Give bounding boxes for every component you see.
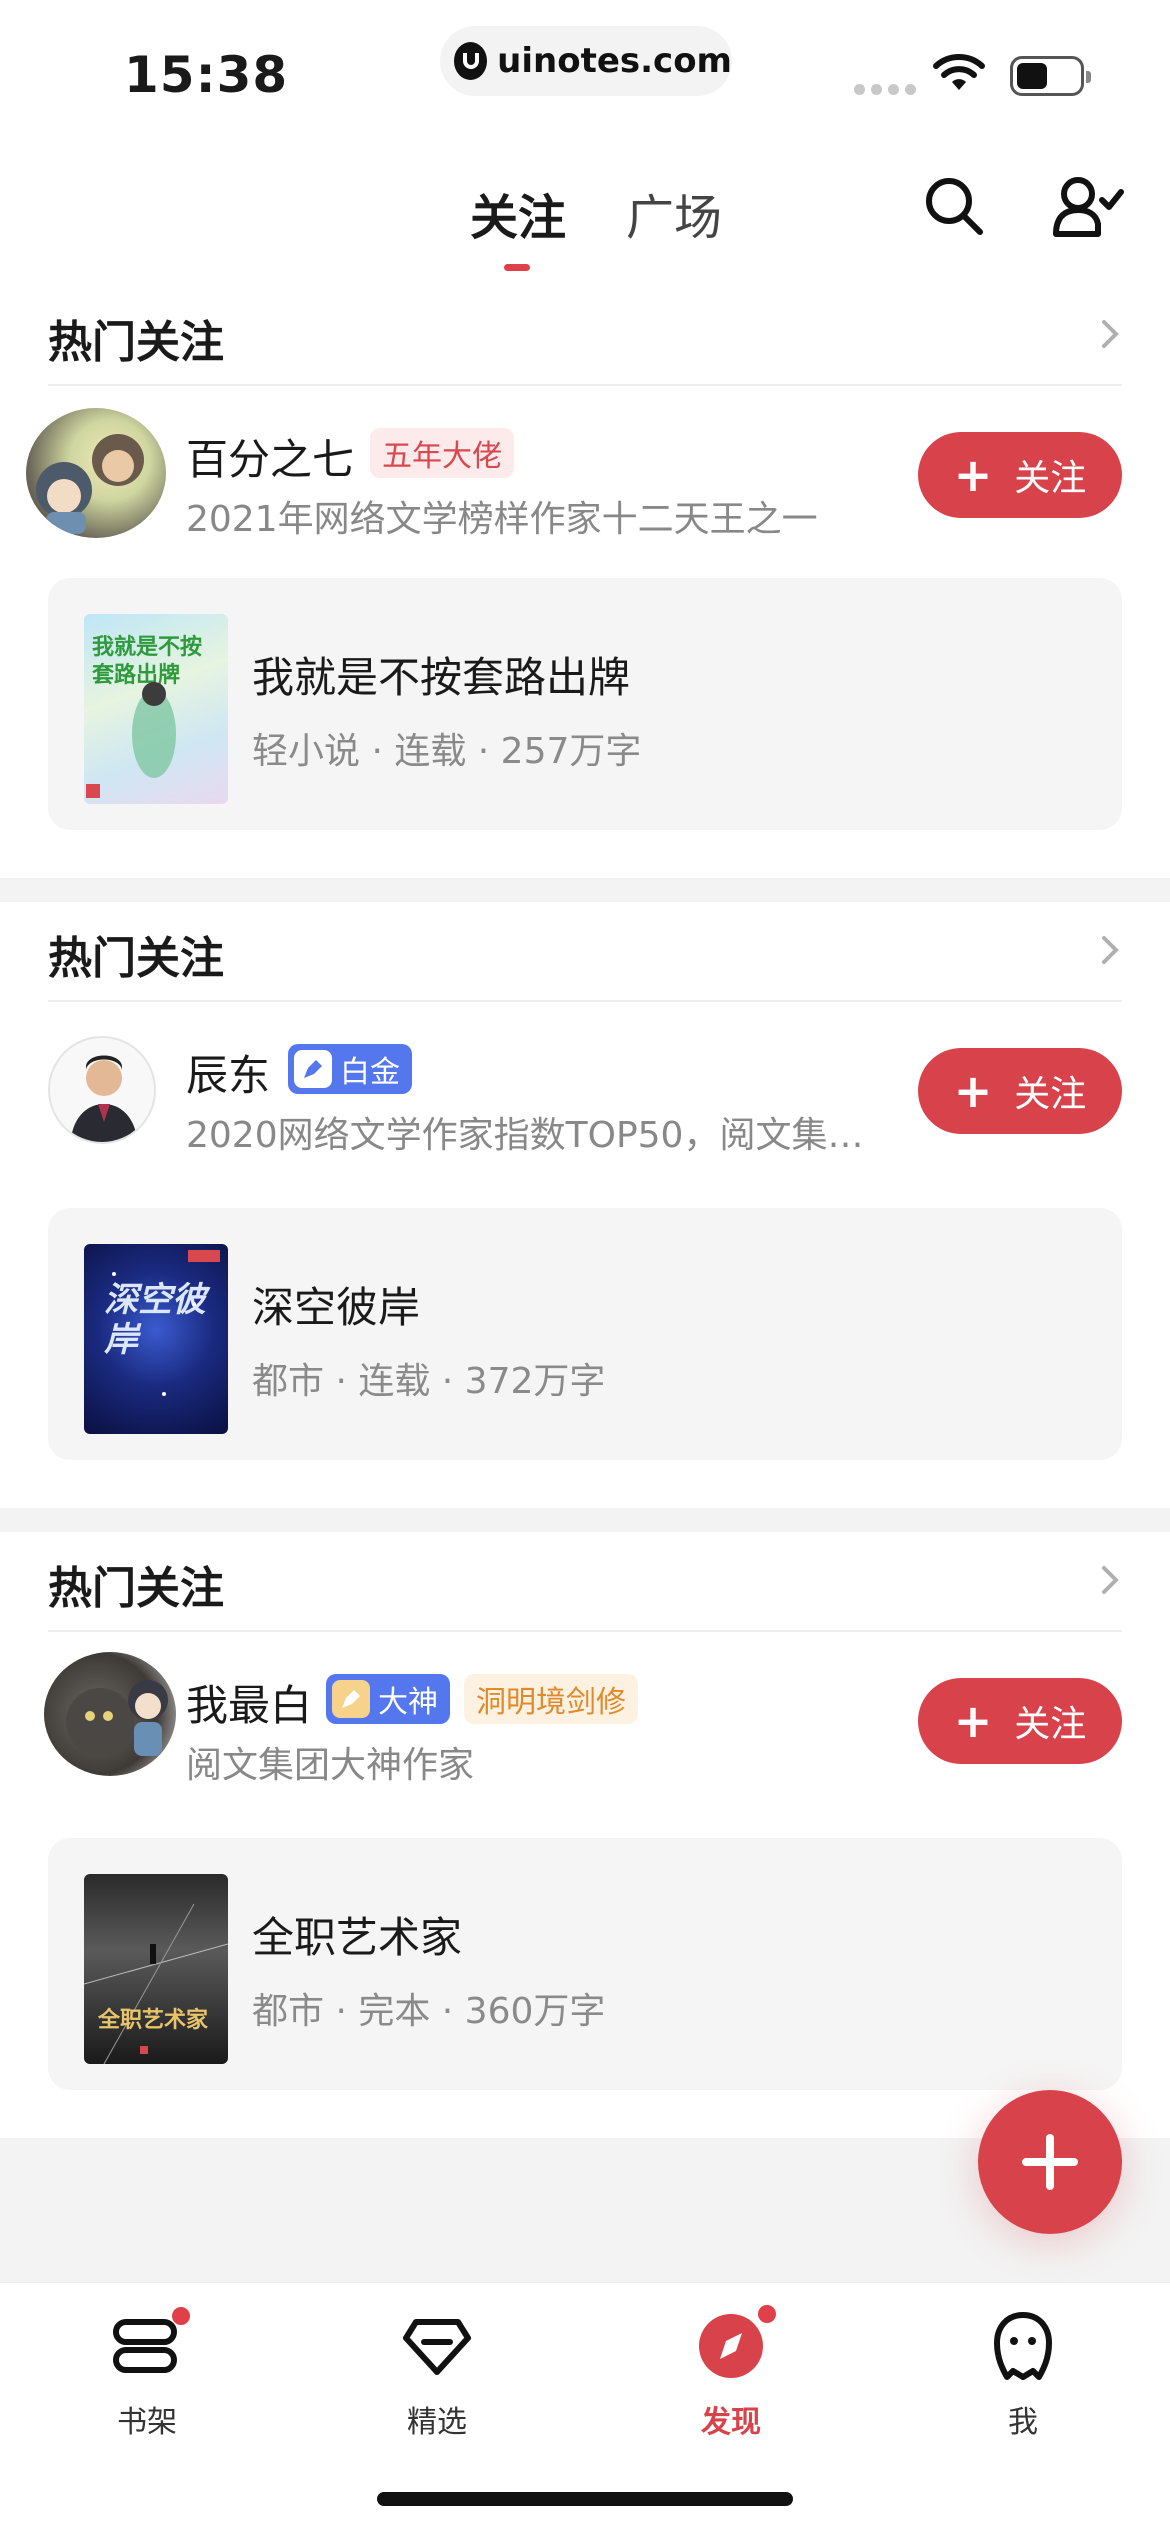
cover-art-icon [86,682,176,798]
hot-follow-section: 热门关注 辰东 白金 2020网络文学作家指数TOP50，阅文集… + 关注 深… [0,902,1170,1508]
chevron-right-icon [1102,320,1119,348]
book-meta: 都市 · 完本 · 360万字 [252,1991,606,2032]
section-title: 热门关注 [48,317,224,368]
tab-label: 精选 [407,2405,467,2440]
notification-dot [758,2305,776,2323]
pen-icon [294,1050,332,1088]
plus-icon [1022,2134,1078,2190]
author-badge-master: 大神 [326,1674,450,1724]
tab-bookshelf[interactable]: 书架 [72,2301,222,2441]
following-users-icon[interactable] [1052,174,1124,238]
top-header: 关注 广场 [0,150,1170,280]
cover-art-icon [84,1903,228,2064]
author-name: 辰东 [186,1051,271,1100]
tab-follow[interactable]: 关注 [470,178,566,248]
book-meta: 都市 · 连载 · 372万字 [252,1361,606,1402]
book-cover: 全职艺术家 [84,1874,228,2064]
cellular-signal-icon [854,84,916,95]
create-fab-button[interactable] [978,2090,1122,2234]
author-badge-platinum: 白金 [288,1044,412,1094]
section-title: 热门关注 [48,933,224,984]
site-logo-icon [454,42,488,80]
search-icon[interactable] [922,174,986,238]
status-time: 15:38 [124,46,289,104]
section-title: 热门关注 [48,1563,224,1614]
active-tab-indicator [504,264,530,271]
diamond-icon [403,2319,471,2375]
tab-discover[interactable]: 发现 [656,2301,806,2441]
follow-button[interactable]: + 关注 [918,432,1122,518]
book-card[interactable]: 全职艺术家 全职艺术家 都市 · 完本 · 360万字 [48,1838,1122,2090]
book-card[interactable]: 深空彼岸 深空彼岸 都市 · 连载 · 372万字 [48,1208,1122,1460]
chevron-right-icon [1102,1566,1119,1594]
book-meta: 轻小说 · 连载 · 257万字 [252,731,642,772]
tab-square[interactable]: 广场 [626,178,722,248]
plus-icon: + [953,448,993,502]
author-description: 2021年网络文学榜样作家十二天王之一 [186,499,818,540]
pen-icon [332,1680,370,1718]
author-badge-veteran: 五年大佬 [370,428,514,478]
author-description: 阅文集团大神作家 [186,1745,475,1786]
wifi-icon [933,54,985,90]
url-pill[interactable]: uinotes.com [440,26,732,96]
cover-title-text: 全职艺术家 [98,2007,209,2033]
notification-dot [172,2307,190,2325]
plus-icon: + [953,1064,993,1118]
follow-label: 关注 [1014,1074,1087,1115]
book-title: 全职艺术家 [252,1913,463,1962]
author-badge-rank: 洞明境剑修 [464,1674,638,1724]
author-row[interactable]: 百分之七 五年大佬 2021年网络文学榜样作家十二天王之一 + 关注 [0,406,1170,556]
tab-featured[interactable]: 精选 [362,2301,512,2441]
follow-label: 关注 [1014,458,1087,499]
status-bar: 15:38 uinotes.com [0,0,1170,140]
book-title: 深空彼岸 [252,1283,421,1332]
tab-label: 书架 [117,2405,177,2440]
cover-art-icon [112,1250,220,1396]
author-description: 2020网络文学作家指数TOP50，阅文集… [186,1115,864,1156]
tab-me[interactable]: 我 [948,2301,1098,2441]
anime-avatar-icon [36,434,144,534]
tab-label: 发现 [701,2405,761,2440]
avatar[interactable] [44,1652,176,1776]
person-photo-icon [70,1055,138,1142]
hot-follow-section: 热门关注 百分之七 五年大佬 2021年网络文学榜样作家十二天王之一 + 关注 … [0,286,1170,878]
book-cover: 深空彼岸 [84,1244,228,1434]
author-name: 我最白 [186,1681,313,1730]
plus-icon: + [953,1694,993,1748]
compass-icon [699,2314,763,2378]
badge-text: 大神 [378,1685,438,1720]
author-row[interactable]: 辰东 白金 2020网络文学作家指数TOP50，阅文集… + 关注 [0,1022,1170,1172]
author-row[interactable]: 我最白 大神 洞明境剑修 阅文集团大神作家 + 关注 [0,1652,1170,1802]
battery-icon [1010,56,1091,96]
book-card[interactable]: 我就是不按套路出牌 我就是不按套路出牌 轻小说 · 连载 · 257万字 [48,578,1122,830]
home-indicator [377,2492,793,2506]
avatar[interactable] [26,408,166,538]
book-title: 我就是不按套路出牌 [252,653,631,702]
section-header[interactable]: 热门关注 [48,1532,1122,1632]
section-divider [0,878,1170,902]
url-text: uinotes.com [497,41,732,81]
cat-avatar-icon [66,1680,168,1756]
follow-button[interactable]: + 关注 [918,1048,1122,1134]
profile-icon [994,2312,1052,2380]
section-divider [0,1508,1170,1532]
book-cover: 我就是不按套路出牌 [84,614,228,804]
chevron-right-icon [1102,936,1119,964]
section-header[interactable]: 热门关注 [48,286,1122,386]
tab-label: 我 [1008,2405,1038,2440]
follow-button[interactable]: + 关注 [918,1678,1122,1764]
follow-label: 关注 [1014,1704,1087,1745]
avatar[interactable] [48,1036,156,1144]
badge-text: 白金 [340,1055,400,1090]
author-name: 百分之七 [186,435,355,484]
hot-follow-section: 热门关注 我最白 大神 洞明境剑修 阅文集团大神作家 + 关注 全职艺术家 全职… [0,1532,1170,2138]
bookshelf-icon [113,2319,177,2373]
section-header[interactable]: 热门关注 [48,902,1122,1002]
